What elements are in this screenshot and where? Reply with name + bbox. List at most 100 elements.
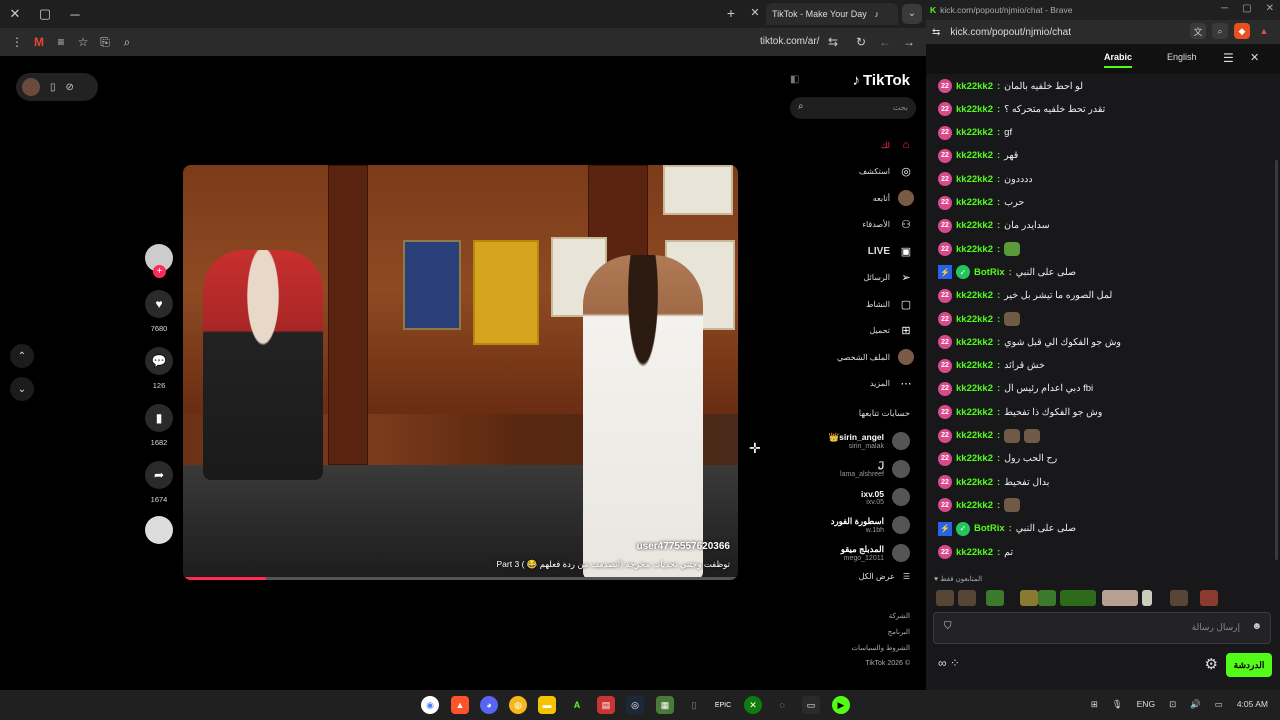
kick-icon[interactable]: ▶ (832, 696, 850, 714)
creator-avatar[interactable]: + (145, 244, 173, 278)
video-username[interactable]: user4775557620366 (637, 541, 730, 552)
new-tab-button[interactable]: + (722, 4, 740, 22)
music-disc-icon[interactable] (145, 516, 173, 544)
chat-username[interactable]: kk22kk2 (956, 220, 993, 231)
emote[interactable] (986, 590, 1004, 606)
chat-username[interactable]: kk22kk2 (956, 337, 993, 348)
sidebar-item-8[interactable]: الملف الشخصي (790, 344, 914, 371)
chat-username[interactable]: kk22kk2 (956, 453, 993, 464)
maximize-icon[interactable]: ▢ (30, 0, 60, 28)
file-explorer-icon[interactable]: ▬ (538, 696, 556, 714)
url-field[interactable]: kick.com/popout/njmio/chat (950, 27, 1071, 38)
language-indicator[interactable]: ENG (1137, 699, 1155, 710)
save-button[interactable]: ▮ (145, 404, 173, 432)
shield-icon[interactable]: ⛉ (944, 621, 952, 632)
video-progress-bar[interactable] (183, 577, 738, 580)
mouse-icon[interactable]: ▯ (685, 696, 703, 714)
chat-emote[interactable] (1024, 428, 1041, 443)
network-icon[interactable]: ⊡ (1169, 699, 1176, 710)
chat-username[interactable]: kk22kk2 (956, 81, 993, 92)
app-a-icon[interactable]: A (568, 696, 586, 714)
emote[interactable] (1170, 590, 1188, 606)
share-icon[interactable]: ⎘ (94, 31, 116, 53)
tune-icon[interactable]: ⇆ (822, 31, 844, 53)
minimize-icon[interactable]: ─ (1221, 3, 1228, 14)
emote[interactable] (936, 590, 954, 606)
tiktok-logo[interactable]: ♪ TikTok (853, 72, 910, 89)
footer-link[interactable]: الشروط والسياسات (851, 644, 910, 652)
search-input[interactable]: بحث ⌕ (790, 97, 916, 119)
microphone-icon[interactable]: 🎙 (1112, 699, 1123, 710)
tab-arabic[interactable]: Arabic (1104, 52, 1133, 68)
chat-username[interactable]: BotRix (974, 267, 1005, 278)
chat-username[interactable]: kk22kk2 (956, 430, 993, 441)
share-button[interactable]: ➦ (145, 461, 173, 489)
video-player[interactable]: user4775557620366 توظفت وجتني تحديات محر… (183, 165, 738, 580)
grid-icon[interactable]: ⊞ (1091, 699, 1098, 710)
maximize-icon[interactable]: ▢ (1242, 3, 1251, 14)
sidebar-item-0[interactable]: لك ⌂ (790, 132, 914, 159)
chat-username[interactable]: kk22kk2 (956, 407, 993, 418)
volume-icon[interactable]: 🔊 (1190, 699, 1201, 710)
battery-icon[interactable]: ▭ (1215, 699, 1223, 710)
chat-emote[interactable] (1004, 428, 1021, 443)
following-account[interactable]: 👑sirin_angel sirin_malak (780, 428, 910, 454)
chat-username[interactable]: kk22kk2 (956, 150, 993, 161)
app-icon[interactable]: ▦ (656, 696, 674, 714)
url-field[interactable]: tiktok.com/ar/ (760, 36, 819, 47)
clock[interactable]: 4:05 AM (1237, 699, 1268, 710)
following-account[interactable]: اسطورة الفورد w.1bh (780, 512, 910, 538)
chat-username[interactable]: kk22kk2 (956, 127, 993, 138)
chat-username[interactable]: kk22kk2 (956, 290, 993, 301)
bookmark-star-icon[interactable]: ☆ (72, 31, 94, 53)
discord-icon[interactable]: ◕ (480, 696, 498, 714)
chat-username[interactable]: kk22kk2 (956, 500, 993, 511)
following-account[interactable]: لَ lama_alshreef (780, 456, 910, 482)
app-icon[interactable]: ◍ (509, 696, 527, 714)
chat-emote[interactable] (1004, 242, 1021, 257)
sidebar-item-4[interactable]: LIVE ▣ (790, 238, 914, 265)
chat-username[interactable]: kk22kk2 (956, 197, 993, 208)
collapse-icon[interactable]: ◧ (790, 74, 799, 85)
brave-rewards-icon[interactable]: ▲ (1256, 23, 1272, 39)
like-button[interactable]: ♥ (145, 290, 173, 318)
emote[interactable] (1038, 590, 1056, 606)
emote[interactable] (1102, 590, 1138, 606)
tab-close-button[interactable]: ✕ (748, 4, 762, 22)
back-icon[interactable]: ← (874, 31, 896, 53)
reload-icon[interactable]: ↻ (850, 31, 872, 53)
app-icon[interactable]: ▭ (802, 696, 820, 714)
emote[interactable] (1060, 590, 1096, 606)
following-account[interactable]: المدبلج ميقو mego_12011 (780, 540, 910, 566)
emote[interactable] (1020, 590, 1038, 606)
chrome-icon[interactable]: ◉ (421, 696, 439, 714)
footer-link[interactable]: TikTok 2026 © (865, 660, 910, 667)
sidebar-item-5[interactable]: الرسائل ➢ (790, 265, 914, 292)
tab-english[interactable]: English (1167, 52, 1197, 62)
close-window-icon[interactable]: ✕ (0, 0, 30, 28)
chat-username[interactable]: kk22kk2 (956, 383, 993, 394)
minimize-icon[interactable]: ─ (60, 0, 90, 28)
creator-avatar[interactable] (22, 78, 40, 96)
chat-username[interactable]: kk22kk2 (956, 244, 993, 255)
hamburger-icon[interactable]: ☰ (1223, 51, 1234, 65)
translate-icon[interactable]: 文 (1190, 23, 1206, 39)
chat-emote[interactable] (1004, 312, 1021, 326)
app-icon[interactable]: ◌ (773, 696, 791, 714)
sidebar-item-3[interactable]: الأصدقاء ⚇ (790, 212, 914, 239)
emote[interactable] (1142, 590, 1152, 606)
sidebar-item-9[interactable]: المزيد ⋯ (790, 371, 914, 398)
site-settings-icon[interactable]: ⇆ (932, 27, 940, 38)
chat-message-input[interactable]: إرسال رسالة ⛉ ☻ (933, 612, 1271, 644)
tab-search-button[interactable]: ⌄ (902, 4, 922, 24)
sidebar-item-1[interactable]: استكشف ◎ (790, 159, 914, 186)
sidebar-item-6[interactable]: النشاط ▢ (790, 291, 914, 318)
xbox-icon[interactable]: ✕ (744, 696, 762, 714)
brave-shield-icon[interactable]: ◆ (1234, 23, 1250, 39)
chat-send-button[interactable]: الدردشة (1226, 653, 1272, 677)
zoom-icon[interactable]: ⌕ (116, 31, 138, 53)
close-icon[interactable]: ✕ (1250, 51, 1259, 64)
prev-video-button[interactable]: ⌃ (10, 344, 34, 368)
chat-username[interactable]: kk22kk2 (956, 477, 993, 488)
chat-emote[interactable] (1004, 498, 1021, 513)
